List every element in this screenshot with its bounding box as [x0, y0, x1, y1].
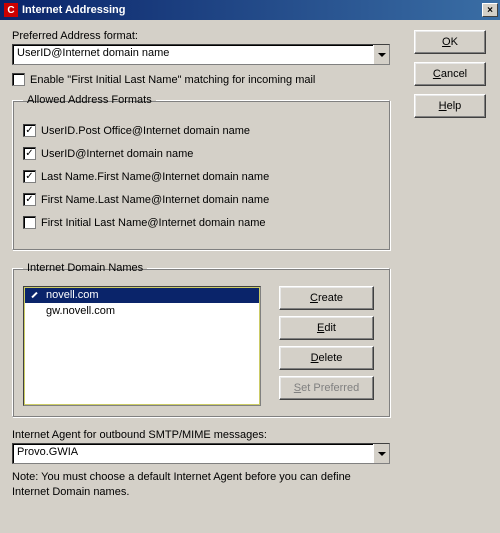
pref-format-value: UserID@Internet domain name — [13, 45, 373, 64]
format-checkbox[interactable]: ✓ — [23, 170, 36, 183]
pref-format-dropdown[interactable]: UserID@Internet domain name — [12, 44, 390, 65]
domain-names-legend: Internet Domain Names — [23, 262, 147, 274]
domain-listbox[interactable]: novell.com gw.novell.com — [23, 286, 261, 406]
domain-names-group: Internet Domain Names novell.com gw.nove… — [12, 262, 390, 417]
domain-item-label: novell.com — [46, 289, 99, 301]
agent-dropdown[interactable]: Provo.GWIA — [12, 443, 390, 464]
cancel-button[interactable]: Cancel — [414, 62, 486, 86]
list-item[interactable]: novell.com — [24, 287, 260, 303]
help-button[interactable]: Help — [414, 94, 486, 118]
agent-label: Internet Agent for outbound SMTP/MIME me… — [12, 429, 390, 441]
window-title: Internet Addressing — [22, 4, 126, 16]
note-text: Note: You must choose a default Internet… — [12, 470, 390, 500]
set-preferred-button[interactable]: Set Preferred — [279, 376, 374, 400]
list-item[interactable]: gw.novell.com — [24, 303, 260, 319]
format-checkbox[interactable]: ✓ — [23, 147, 36, 160]
format-label: UserID.Post Office@Internet domain name — [41, 125, 250, 137]
enable-matching-checkbox[interactable] — [12, 73, 25, 86]
app-icon: C — [4, 3, 18, 17]
pref-format-label: Preferred Address format: — [12, 30, 390, 42]
format-label: UserID@Internet domain name — [41, 148, 193, 160]
format-label: Last Name.First Name@Internet domain nam… — [41, 171, 269, 183]
format-checkbox[interactable] — [23, 216, 36, 229]
allowed-formats-group: Allowed Address Formats ✓ UserID.Post Off… — [12, 94, 390, 250]
allowed-formats-legend: Allowed Address Formats — [23, 94, 156, 106]
edit-button[interactable]: Edit — [279, 316, 374, 340]
close-button[interactable]: × — [482, 3, 498, 17]
delete-button[interactable]: Delete — [279, 346, 374, 370]
format-checkbox[interactable]: ✓ — [23, 124, 36, 137]
pencil-icon — [30, 290, 40, 300]
format-label: First Name.Last Name@Internet domain nam… — [41, 194, 269, 206]
enable-matching-label: Enable "First Initial Last Name" matchin… — [30, 74, 315, 86]
ok-button[interactable]: OK — [414, 30, 486, 54]
format-checkbox[interactable]: ✓ — [23, 193, 36, 206]
format-label: First Initial Last Name@Internet domain … — [41, 217, 266, 229]
chevron-down-icon[interactable] — [373, 444, 389, 463]
chevron-down-icon[interactable] — [373, 45, 389, 64]
agent-value: Provo.GWIA — [13, 444, 373, 463]
titlebar: C Internet Addressing × — [0, 0, 500, 20]
domain-item-label: gw.novell.com — [46, 305, 115, 317]
create-button[interactable]: Create — [279, 286, 374, 310]
